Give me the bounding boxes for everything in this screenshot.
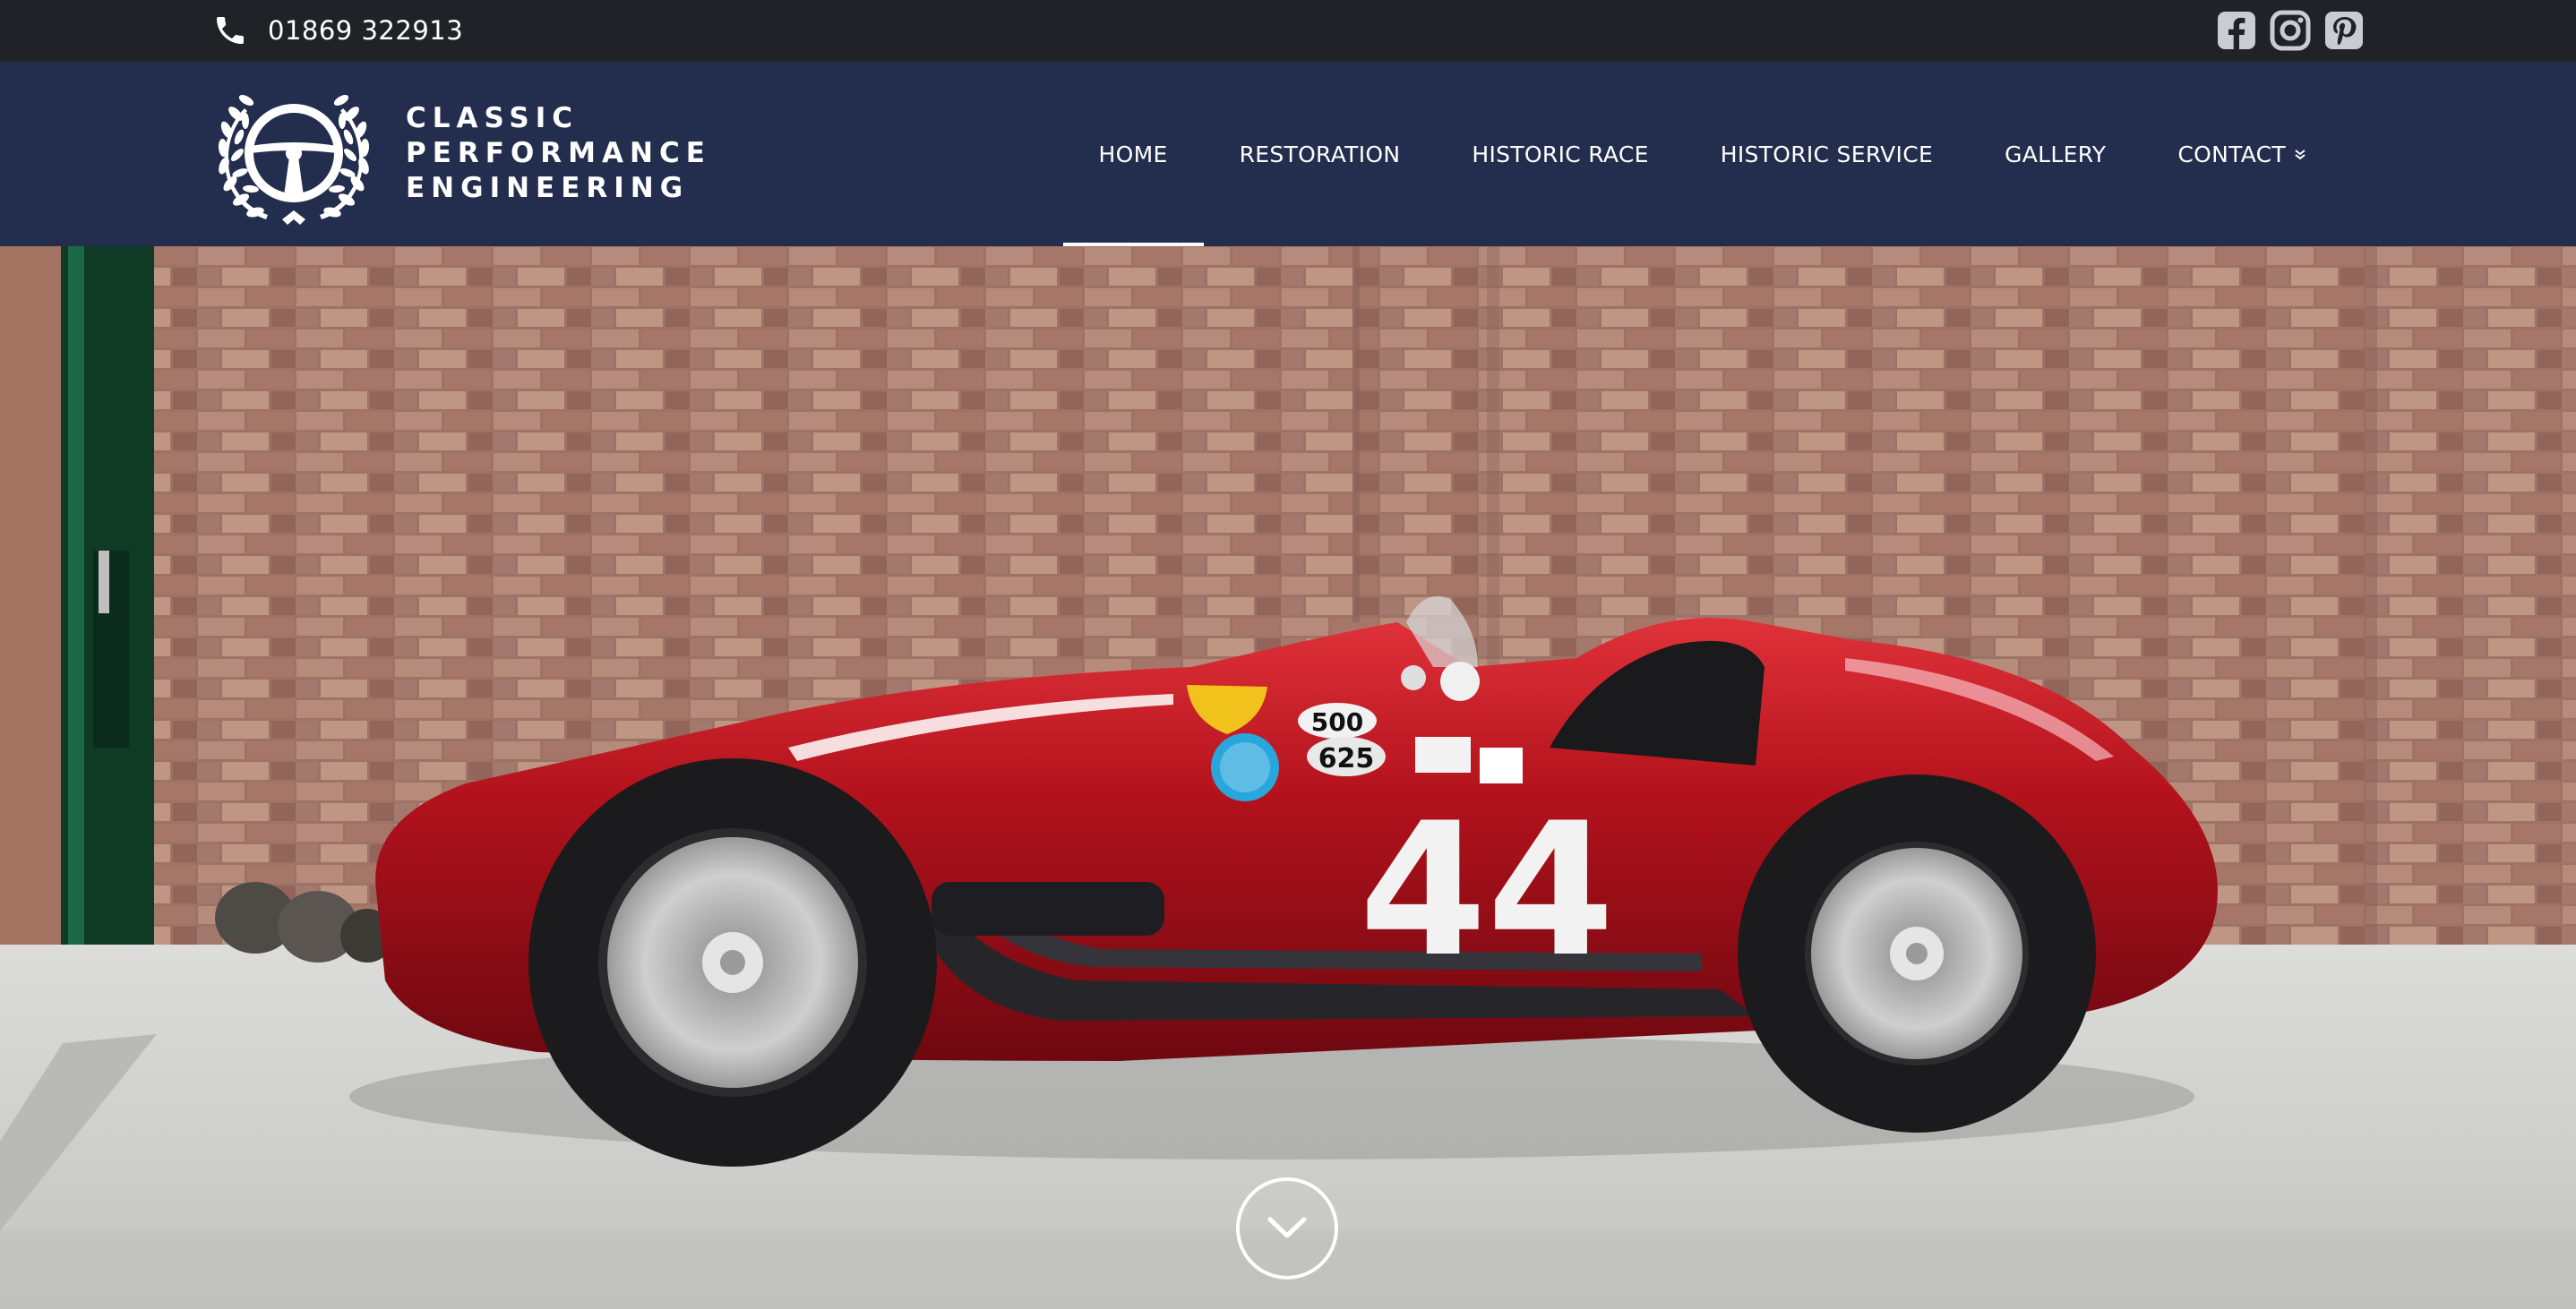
phone-contact[interactable]: 01869 322913: [212, 11, 463, 50]
steering-wheel-laurel-icon: [218, 95, 370, 225]
nav-home[interactable]: HOME: [1062, 62, 1204, 246]
nav-historic-service[interactable]: HISTORIC SERVICE: [1685, 62, 1969, 246]
main-navbar: CLASSIC PERFORMANCE ENGINEERING HOME RES…: [0, 62, 2576, 246]
nav-gallery[interactable]: GALLERY: [1969, 62, 2142, 246]
hero-image-race-car: 500 625 44: [0, 246, 2576, 1309]
svg-text:500: 500: [1311, 707, 1363, 737]
brand-line-2: PERFORMANCE: [406, 136, 711, 169]
nav-contact-label: CONTACT: [2177, 141, 2286, 167]
facebook-icon[interactable]: [2216, 10, 2257, 51]
instagram-icon[interactable]: [2270, 10, 2311, 51]
chevron-down-icon: [1267, 1217, 1307, 1238]
phone-number: 01869 322913: [268, 15, 464, 46]
pinterest-icon[interactable]: [2323, 10, 2365, 51]
brand-name: CLASSIC PERFORMANCE ENGINEERING: [406, 101, 711, 206]
social-links: [2216, 10, 2365, 51]
hero-banner: 500 625 44: [0, 246, 2576, 1309]
scroll-down-button[interactable]: [1236, 1177, 1338, 1279]
nav-restoration-label: RESTORATION: [1239, 141, 1401, 167]
main-menu: HOME RESTORATION HISTORIC RACE HISTORIC …: [1062, 62, 2343, 246]
top-bar: 01869 322913: [0, 0, 2576, 62]
brand-line-1: CLASSIC: [406, 101, 580, 134]
nav-contact[interactable]: CONTACT: [2142, 62, 2343, 246]
nav-historic-service-label: HISTORIC SERVICE: [1720, 141, 1934, 167]
nav-home-label: HOME: [1098, 141, 1168, 167]
nav-restoration[interactable]: RESTORATION: [1204, 62, 1437, 246]
chevron-double-down-icon: [2293, 141, 2307, 167]
nav-historic-race[interactable]: HISTORIC RACE: [1436, 62, 1684, 246]
nav-historic-race-label: HISTORIC RACE: [1472, 141, 1649, 167]
nav-gallery-label: GALLERY: [2005, 141, 2107, 167]
svg-text:44: 44: [1359, 784, 1614, 997]
brand-logo[interactable]: CLASSIC PERFORMANCE ENGINEERING: [212, 76, 711, 230]
svg-text:625: 625: [1318, 743, 1375, 774]
phone-icon: [217, 17, 244, 44]
brand-line-3: ENGINEERING: [406, 171, 690, 204]
